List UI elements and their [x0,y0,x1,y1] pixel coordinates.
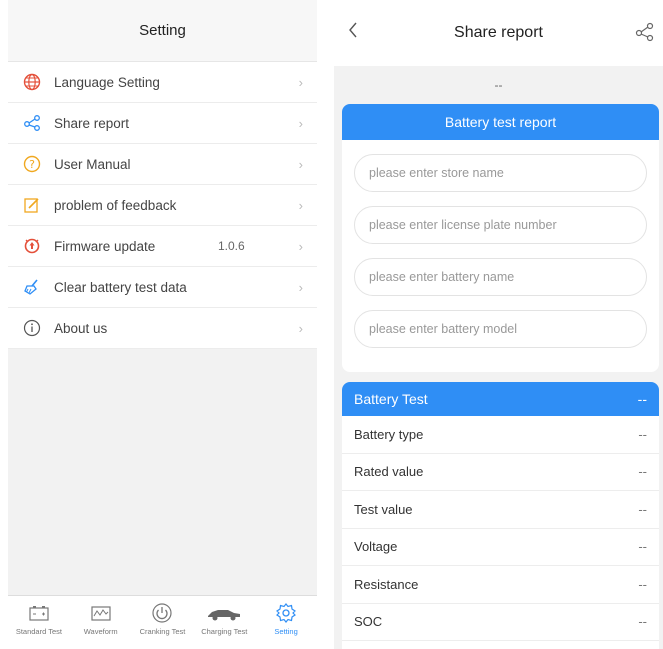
menu-item-label: About us [54,320,108,336]
menu-item-share-report[interactable]: Share report › [8,103,317,144]
tab-standard-test[interactable]: Standard Test [10,601,68,636]
menu-item-label: Language Setting [54,74,160,90]
page-title: Share report [454,24,543,41]
tab-label: Charging Test [201,627,248,636]
row-label: Voltage [354,539,398,555]
battery-test-value: -- [637,391,647,407]
share-icon [22,113,42,133]
edit-icon [22,195,42,215]
row-value: -- [638,614,647,630]
row-value: -- [638,464,647,480]
globe-icon [22,72,42,92]
settings-screen: Setting Language Setting › Share report … [8,0,317,649]
battery-test-header: Battery Test -- [342,382,659,416]
settings-menu: Language Setting › Share report › ? User… [8,62,317,349]
menu-item-label: Share report [54,115,130,131]
menu-item-label: Firmware update [54,238,156,254]
table-row: Test value -- [342,491,659,529]
chevron-right-icon: › [298,320,303,336]
tab-label: Cranking Test [139,627,186,636]
battery-icon [28,601,50,625]
row-label: SOC [354,614,383,630]
tab-label: Waveform [83,627,118,636]
tab-setting[interactable]: Setting [257,601,315,636]
tab-waveform[interactable]: Waveform [72,601,130,636]
bottom-tab-bar: Standard Test Waveform Cranking Test Cha… [8,595,317,649]
battery-test-card: Battery Test -- Battery type -- Rated val… [342,382,659,649]
menu-item-firmware-update[interactable]: Firmware update 1.0.6 › [8,226,317,267]
table-row: Rated value -- [342,454,659,491]
menu-item-language-setting[interactable]: Language Setting › [8,62,317,103]
chevron-right-icon: › [298,238,303,254]
tab-label: Standard Test [15,627,62,636]
table-row: Resistance -- [342,566,659,604]
power-icon [151,601,173,625]
battery-test-title: Battery Test [354,391,428,407]
share-icon[interactable] [635,22,655,47]
tab-charging-test[interactable]: Charging Test [195,601,253,636]
menu-item-about-us[interactable]: About us › [8,308,317,349]
firmware-version: 1.0.6 [218,239,245,253]
menu-item-clear-battery-data[interactable]: Clear battery test data › [8,267,317,308]
chevron-right-icon: › [298,74,303,90]
svg-text:?: ? [29,158,35,171]
share-report-screen: Share report -- Battery test report plea… [334,0,663,649]
report-header-value: -- [494,78,503,92]
chevron-right-icon: › [298,156,303,172]
table-row: SOC -- [342,604,659,641]
chevron-right-icon: › [298,115,303,131]
row-value: -- [638,501,647,517]
row-label: Battery type [354,426,424,442]
menu-item-label: problem of feedback [54,197,177,213]
battery-model-input[interactable]: please enter battery model [354,310,647,348]
menu-item-user-manual[interactable]: ? User Manual › [8,144,317,185]
store-name-input[interactable]: please enter store name [354,154,647,192]
info-icon [22,318,42,338]
page-title: Setting [8,0,317,62]
header: Share report [334,0,663,66]
chevron-right-icon: › [298,197,303,213]
row-label: Rated value [354,464,424,480]
menu-item-label: User Manual [54,156,131,172]
report-form-card: Battery test report please enter store n… [342,104,659,372]
tab-label: Setting [274,627,298,636]
row-value: -- [638,576,647,592]
car-icon [206,601,242,625]
tab-cranking-test[interactable]: Cranking Test [133,601,191,636]
battery-name-input[interactable]: please enter battery name [354,258,647,296]
table-row: Voltage -- [342,529,659,566]
gear-icon [275,601,297,625]
question-icon: ? [22,154,42,174]
chevron-right-icon: › [298,279,303,295]
row-value: -- [638,426,647,442]
update-icon [22,236,42,256]
back-arrow-icon[interactable] [348,22,358,43]
row-value: -- [638,539,647,555]
row-label: Resistance [354,576,419,592]
row-label: Test value [354,501,413,517]
menu-item-label: Clear battery test data [54,279,187,295]
broom-icon [22,277,42,297]
menu-item-feedback[interactable]: problem of feedback › [8,185,317,226]
table-row: Battery type -- [342,416,659,454]
license-plate-input[interactable]: please enter license plate number [354,206,647,244]
waveform-icon [90,601,112,625]
report-title: Battery test report [342,104,659,140]
